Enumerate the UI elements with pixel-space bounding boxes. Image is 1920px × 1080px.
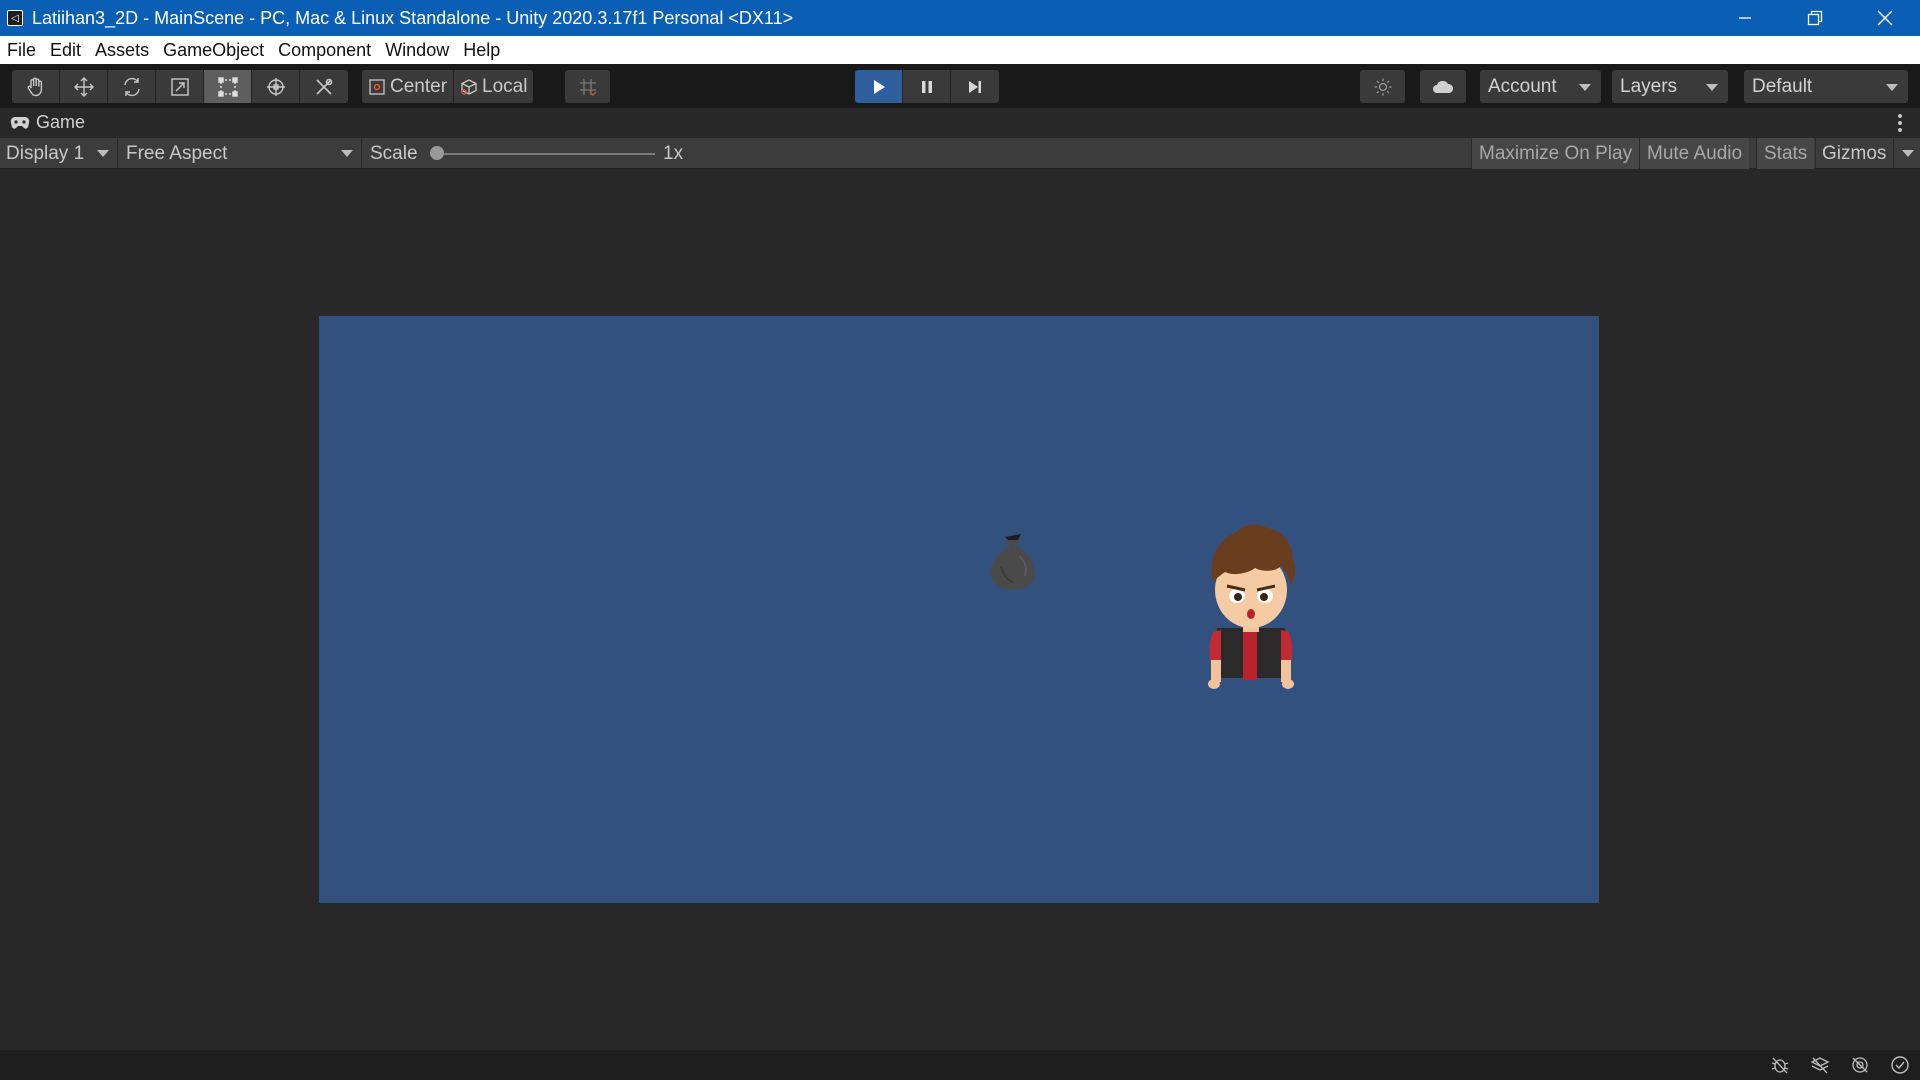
menu-file[interactable]: File xyxy=(0,40,43,61)
display-dropdown[interactable]: Display 1 xyxy=(0,138,118,169)
playmode-controls xyxy=(855,70,999,103)
step-button[interactable] xyxy=(951,70,999,103)
status-bar xyxy=(0,1050,1920,1080)
cloud-icon xyxy=(1433,80,1454,93)
chevron-down-icon xyxy=(1886,84,1898,91)
grid-snap-button[interactable] xyxy=(565,70,610,103)
pivot-space-label: Local xyxy=(482,75,528,97)
menu-window[interactable]: Window xyxy=(378,40,456,61)
menu-edit[interactable]: Edit xyxy=(43,40,88,61)
mute-audio-toggle[interactable]: Mute Audio xyxy=(1639,138,1750,169)
pivot-space-button[interactable]: Local xyxy=(454,70,534,103)
game-viewport[interactable] xyxy=(0,170,1920,1050)
pivot-center-icon xyxy=(369,78,385,95)
menu-help[interactable]: Help xyxy=(456,40,507,61)
cloud-services-button[interactable] xyxy=(1420,70,1466,103)
rotate-tool-button[interactable] xyxy=(108,70,156,103)
custom-tool-icon xyxy=(316,78,333,95)
gizmos-toggle[interactable]: Gizmos xyxy=(1815,138,1892,169)
minimize-button[interactable] xyxy=(1710,0,1780,36)
transform-tool-button[interactable] xyxy=(252,70,300,103)
menu-assets[interactable]: Assets xyxy=(88,40,156,61)
game-tab-label: Game xyxy=(36,112,86,132)
game-view-toolbar: Display 1 Free Aspect Scale 1x Maximize … xyxy=(0,138,1920,169)
transform-tools xyxy=(12,70,348,103)
aspect-label: Free Aspect xyxy=(126,142,228,164)
scale-icon xyxy=(170,77,189,96)
local-cube-icon xyxy=(461,78,477,95)
chevron-down-icon xyxy=(341,150,353,157)
tab-game[interactable]: Game xyxy=(10,112,85,133)
cloud-button-group xyxy=(1420,70,1466,103)
lighting-toggle-button[interactable] xyxy=(1360,70,1405,103)
close-icon xyxy=(1877,10,1893,26)
game-render-area[interactable] xyxy=(319,316,1599,903)
layout-dropdown[interactable]: Default xyxy=(1744,70,1908,103)
move-tool-button[interactable] xyxy=(60,70,108,103)
menu-component[interactable]: Component xyxy=(271,40,378,61)
pause-button[interactable] xyxy=(903,70,951,103)
title-bar: ◁ Latiihan3_2D - MainScene - PC, Mac & L… xyxy=(0,0,1920,36)
rotate-icon xyxy=(123,77,140,96)
sun-icon xyxy=(1374,78,1391,95)
main-toolbar: Center Local Account Layers Default xyxy=(0,64,1920,108)
rect-icon xyxy=(217,76,238,97)
chevron-down-icon xyxy=(1706,84,1718,91)
custom-tool-button[interactable] xyxy=(300,70,348,103)
chevron-down-icon xyxy=(1902,150,1914,157)
check-circle-icon[interactable] xyxy=(1888,1054,1912,1076)
game-tab-bar: Game xyxy=(0,108,1920,138)
menu-gameobject[interactable]: GameObject xyxy=(156,40,271,61)
gamepad-icon xyxy=(10,116,30,129)
snap-controls xyxy=(565,70,610,103)
scale-value: 1x xyxy=(663,143,684,164)
layout-label: Default xyxy=(1752,75,1813,97)
network-icon[interactable] xyxy=(1848,1054,1872,1076)
more-options-icon[interactable] xyxy=(1898,114,1902,132)
move-icon xyxy=(73,76,94,97)
layers-dropdown[interactable]: Layers xyxy=(1612,70,1728,103)
grid-snap-icon xyxy=(579,78,596,96)
rect-tool-button[interactable] xyxy=(204,70,252,103)
layers-stack-icon[interactable] xyxy=(1808,1054,1832,1076)
display-label: Display 1 xyxy=(6,142,85,164)
gizmos-dropdown-button[interactable] xyxy=(1893,138,1920,169)
lighting-button-group xyxy=(1360,70,1405,103)
chevron-down-icon xyxy=(1579,84,1591,91)
layers-label: Layers xyxy=(1620,75,1678,97)
account-dropdown[interactable]: Account xyxy=(1480,70,1601,103)
menu-bar: File Edit Assets GameObject Component Wi… xyxy=(0,36,1920,64)
scale-tool-button[interactable] xyxy=(156,70,204,103)
hand-tool-button[interactable] xyxy=(12,70,60,103)
debug-icon[interactable] xyxy=(1768,1054,1792,1076)
pivot-mode-label: Center xyxy=(390,75,448,97)
play-button[interactable] xyxy=(855,70,903,103)
window-title: Latiihan3_2D - MainScene - PC, Mac & Lin… xyxy=(32,7,794,28)
pause-icon xyxy=(921,80,932,93)
minimize-icon xyxy=(1739,17,1751,19)
trash-bag-sprite xyxy=(991,534,1035,590)
scale-slider-track[interactable] xyxy=(437,153,655,155)
transform-icon xyxy=(266,77,285,96)
pivot-controls: Center Local xyxy=(362,70,534,103)
unity-logo-icon: ◁ xyxy=(7,10,23,26)
player-character-sprite xyxy=(1208,524,1296,689)
stats-toggle[interactable]: Stats xyxy=(1756,138,1815,169)
scale-slider-thumb[interactable] xyxy=(430,146,444,160)
maximize-on-play-toggle[interactable]: Maximize On Play xyxy=(1471,138,1640,169)
restore-icon xyxy=(1807,10,1823,26)
aspect-dropdown[interactable]: Free Aspect xyxy=(120,138,362,169)
hand-icon xyxy=(27,77,42,96)
pivot-mode-button[interactable]: Center xyxy=(362,70,455,103)
step-icon xyxy=(969,80,981,93)
play-icon xyxy=(873,79,885,94)
status-icons xyxy=(1768,1054,1912,1076)
chevron-down-icon xyxy=(97,150,109,157)
close-button[interactable] xyxy=(1850,0,1920,36)
window-controls xyxy=(1710,0,1920,36)
restore-button[interactable] xyxy=(1780,0,1850,36)
account-label: Account xyxy=(1488,75,1557,97)
scale-label: Scale xyxy=(370,143,418,164)
